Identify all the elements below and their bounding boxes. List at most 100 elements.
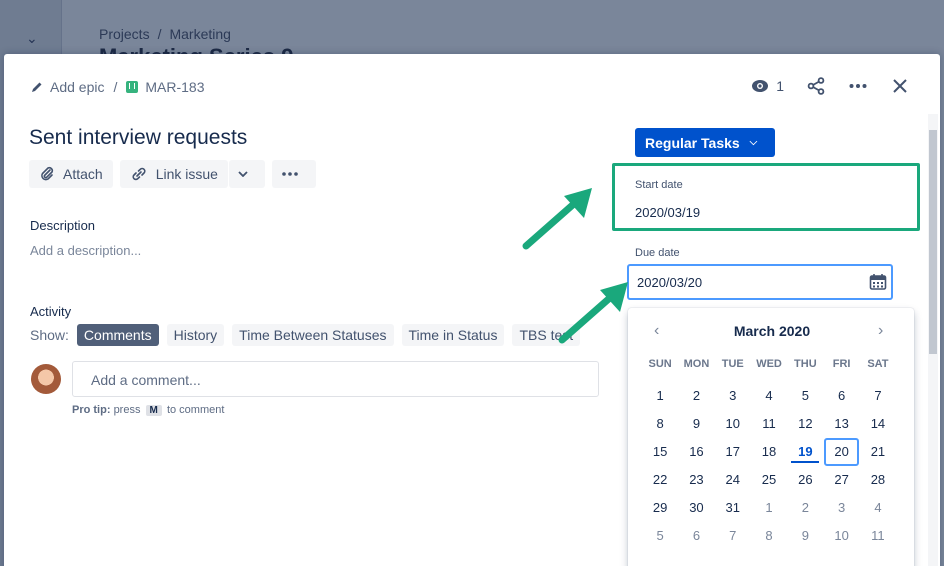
calendar-day[interactable]: 2	[678, 382, 714, 410]
modal-actions: 1	[751, 76, 910, 96]
calendar-day[interactable]: 7	[715, 522, 751, 550]
issue-modal: Add epic / MAR-183 1 Sent interview requ…	[4, 54, 940, 566]
calendar-day[interactable]: 5	[642, 522, 678, 550]
issue-toolbar: Attach Link issue	[29, 160, 316, 188]
filter-time-between-statuses[interactable]: Time Between Statuses	[232, 324, 394, 346]
calendar-day[interactable]: 26	[787, 466, 823, 494]
calendar-day[interactable]: 7	[860, 382, 896, 410]
scrollbar[interactable]	[928, 114, 938, 566]
calendar-day[interactable]: 10	[715, 410, 751, 438]
close-button[interactable]	[890, 76, 910, 96]
more-icon	[282, 172, 298, 176]
calendar-day[interactable]: 14	[860, 410, 896, 438]
filter-time-in-status[interactable]: Time in Status	[401, 324, 505, 346]
calendar-day[interactable]: 18	[751, 438, 787, 466]
calendar-day[interactable]: 1	[751, 494, 787, 522]
calendar-day[interactable]: 11	[751, 410, 787, 438]
watch-button[interactable]: 1	[751, 78, 784, 94]
calendar-day[interactable]: 10	[823, 522, 859, 550]
calendar-day[interactable]: 4	[860, 494, 896, 522]
issue-key-link[interactable]: MAR-183	[145, 79, 204, 95]
due-date-label: Due date	[635, 247, 680, 259]
calendar-day[interactable]: 9	[678, 410, 714, 438]
watchers-count: 1	[776, 78, 784, 94]
link-issue-dropdown[interactable]	[228, 160, 265, 188]
calendar-day[interactable]: 25	[751, 466, 787, 494]
calendar-day[interactable]: 17	[715, 438, 751, 466]
scrollbar-thumb[interactable]	[929, 130, 937, 354]
calendar-day[interactable]: 6	[678, 522, 714, 550]
avatar	[31, 364, 61, 394]
calendar-day[interactable]: 23	[678, 466, 714, 494]
activity-filter-row: Show: Comments History Time Between Stat…	[30, 324, 581, 346]
breadcrumb: Add epic / MAR-183	[30, 79, 205, 95]
filter-history[interactable]: History	[166, 324, 225, 346]
due-date-input[interactable]: 2020/03/20	[627, 264, 893, 300]
story-icon	[126, 81, 139, 93]
calendar-day[interactable]: 31	[715, 494, 751, 522]
calendar-day[interactable]: 1	[642, 382, 678, 410]
shortcut-key: M	[145, 405, 162, 416]
calendar-day[interactable]: 28	[860, 466, 896, 494]
activity-label: Activity	[30, 304, 72, 319]
filter-tbs-test[interactable]: TBS test	[512, 324, 581, 346]
description-label: Description	[30, 218, 96, 233]
calendar-day[interactable]: 24	[715, 466, 751, 494]
calendar-day[interactable]: 13	[823, 410, 859, 438]
calendar-day[interactable]: 6	[823, 382, 859, 410]
calendar-day[interactable]: 30	[678, 494, 714, 522]
pro-tip: Pro tip: press M to comment	[72, 404, 225, 416]
calendar-day[interactable]: 29	[642, 494, 678, 522]
eye-icon	[752, 80, 769, 92]
link-issue-button[interactable]: Link issue	[119, 160, 228, 188]
chevron-right-icon[interactable]: ›	[878, 322, 890, 340]
share-icon	[807, 77, 825, 95]
calendar-day[interactable]: 20	[823, 438, 860, 466]
calendar-day[interactable]: 4	[751, 382, 787, 410]
add-epic-link[interactable]: Add epic	[50, 79, 104, 95]
paperclip-icon	[41, 166, 54, 181]
weekday-label: FRI	[832, 358, 851, 370]
start-date-label: Start date	[635, 179, 683, 191]
background-title: Marketing Series 9	[99, 44, 293, 54]
calendar-day[interactable]: 19	[787, 438, 823, 466]
chevron-down-icon: ⌵	[749, 137, 758, 148]
calendar-day[interactable]: 27	[823, 466, 859, 494]
share-button[interactable]	[806, 76, 826, 96]
more-actions-button[interactable]	[848, 76, 868, 96]
calendar-day[interactable]: 11	[860, 522, 896, 550]
description-field[interactable]: Add a description...	[30, 243, 141, 258]
calendar-day[interactable]: 16	[678, 438, 714, 466]
calendar-day[interactable]: 8	[642, 410, 678, 438]
calendar-day[interactable]: 8	[751, 522, 787, 550]
weekday-label: SAT	[867, 358, 889, 370]
show-label: Show:	[30, 327, 69, 343]
calendar-day[interactable]: 22	[642, 466, 678, 494]
calendar-day[interactable]: 12	[787, 410, 823, 438]
calendar-day[interactable]: 3	[823, 494, 859, 522]
more-icon	[849, 84, 867, 88]
pencil-icon	[32, 82, 42, 92]
calendar-day[interactable]: 2	[787, 494, 823, 522]
link-icon	[132, 167, 146, 181]
calendar-day[interactable]: 5	[787, 382, 823, 410]
more-toolbar-button[interactable]	[271, 160, 316, 188]
attach-button[interactable]: Attach	[29, 160, 113, 188]
date-picker: ‹ March 2020 › SUN MON TUE WED THU FRI SAT 1 2 3 4…	[628, 308, 914, 566]
filter-comments[interactable]: Comments	[76, 324, 159, 346]
calendar-day[interactable]: 3	[715, 382, 751, 410]
calendar-month: March 2020	[733, 323, 811, 339]
chevron-down-icon: ⌄	[26, 30, 38, 46]
chevron-left-icon[interactable]: ‹	[654, 322, 666, 340]
issue-title[interactable]: Sent interview requests	[29, 126, 247, 150]
background-breadcrumb: Projects / Marketing	[99, 26, 231, 42]
calendar-day[interactable]: 21	[860, 438, 896, 466]
calendar-header: ‹ March 2020 ›	[628, 322, 914, 340]
status-button[interactable]: Regular Tasks ⌵	[635, 128, 776, 157]
calendar-day[interactable]: 9	[787, 522, 823, 550]
comment-input[interactable]: Add a comment...	[72, 361, 599, 397]
start-date-field[interactable]: 2020/03/19	[635, 205, 700, 220]
calendar-day[interactable]: 15	[642, 438, 678, 466]
calendar-icon[interactable]	[869, 273, 887, 291]
weekday-label: TUE	[721, 358, 744, 370]
